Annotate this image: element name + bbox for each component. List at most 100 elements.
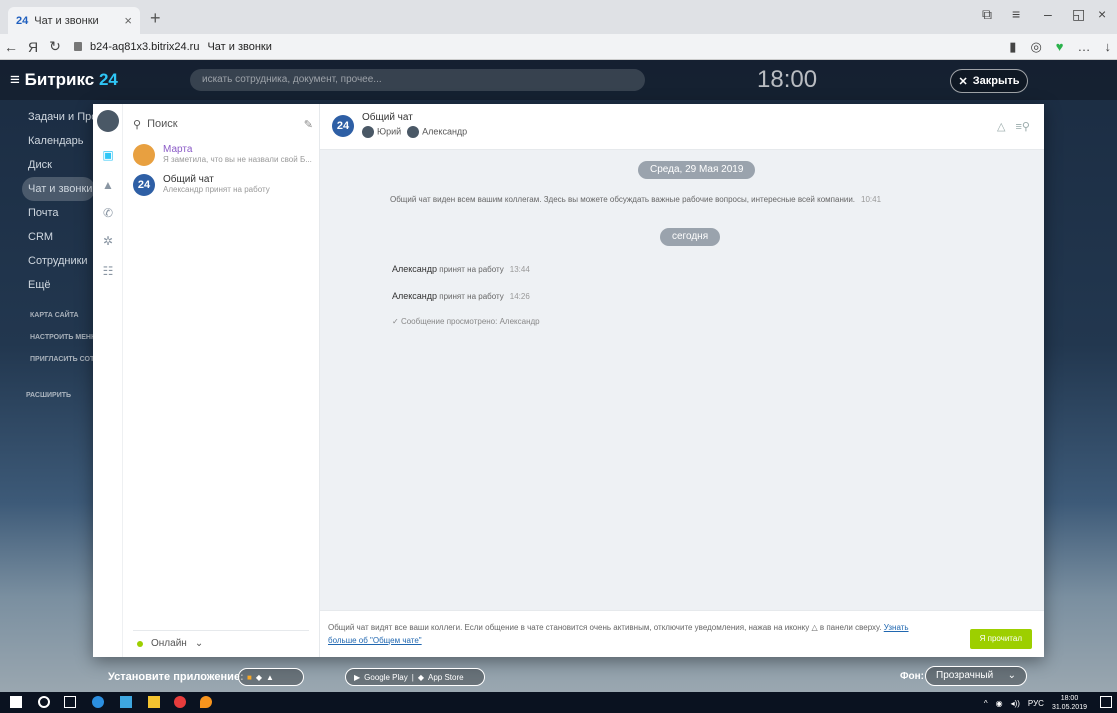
nav-sitemap[interactable]: КАРТА САЙТА bbox=[0, 305, 95, 327]
google-play-icon: ▶ bbox=[354, 672, 361, 682]
portal-left-menu: Задачи и Проекты Календарь Диск Чат и зв… bbox=[0, 105, 95, 407]
shield-icon[interactable]: ♥ bbox=[1056, 39, 1064, 55]
chat-title[interactable]: Общий чат bbox=[362, 112, 413, 123]
nav-calendar[interactable]: Календарь bbox=[0, 129, 95, 153]
recent-item-name: Общий чат bbox=[163, 174, 214, 185]
tab-title: Чат и звонки bbox=[34, 14, 99, 27]
windows-icon: ■ bbox=[247, 672, 252, 682]
minimize-icon[interactable]: – bbox=[1044, 6, 1052, 22]
more-icon[interactable]: … bbox=[1078, 39, 1091, 55]
member-avatar bbox=[407, 126, 420, 138]
network-icon[interactable]: ◉ bbox=[996, 699, 1003, 708]
recent-item-general-chat[interactable]: 24 Общий чат Александр принят на работу bbox=[133, 174, 319, 200]
close-tab-icon[interactable]: × bbox=[124, 13, 132, 28]
back-icon[interactable]: ← bbox=[0, 39, 22, 55]
read-button[interactable]: Я прочитал bbox=[969, 629, 1032, 649]
nav-crm[interactable]: CRM bbox=[0, 225, 95, 249]
event-user[interactable]: Александр bbox=[392, 291, 437, 301]
recent-item-name: Марта bbox=[163, 144, 193, 155]
new-tab-icon[interactable]: + bbox=[150, 8, 161, 29]
close-messenger-button[interactable]: ✕ Закрыть bbox=[950, 69, 1028, 93]
desktop-apps-button[interactable]: ■ ◆ ▲ bbox=[238, 668, 304, 686]
read-receipt-text: Сообщение просмотрено: Александр bbox=[400, 317, 540, 326]
nav-disk[interactable]: Диск bbox=[0, 153, 95, 177]
notification-bell-icon[interactable]: ▲ bbox=[101, 178, 115, 192]
app-install-bar: Установите приложение: ■ ◆ ▲ ▶ Google Pl… bbox=[0, 665, 1117, 691]
lines-icon[interactable]: ☷ bbox=[101, 264, 115, 278]
member-name: Юрий bbox=[377, 126, 402, 137]
new-chat-icon[interactable]: ✎ bbox=[304, 118, 313, 131]
portal-search-input[interactable]: искать сотрудника, документ, прочее... bbox=[190, 69, 645, 91]
menu-icon[interactable]: ≡ bbox=[1012, 6, 1020, 22]
chat-members: Юрий Александр bbox=[362, 126, 467, 138]
recent-search[interactable]: ⚲ Поиск ✎ bbox=[133, 114, 313, 134]
reload-icon[interactable]: ↻ bbox=[44, 38, 66, 55]
explorer-icon[interactable] bbox=[148, 696, 160, 708]
check-icon: ✓ bbox=[392, 317, 401, 326]
member-yuriy[interactable]: Юрий bbox=[362, 126, 401, 138]
url-domain: b24-aq81x3.bitrix24.ru bbox=[90, 40, 200, 53]
system-message-text: Общий чат виден всем вашим коллегам. Зде… bbox=[390, 195, 856, 204]
google-play-label: Google Play bbox=[364, 672, 408, 682]
extension-icon[interactable]: ◎ bbox=[1030, 39, 1041, 55]
chat-avatar[interactable]: 24 bbox=[332, 115, 354, 137]
date-separator-today: сегодня bbox=[660, 228, 721, 246]
nav-mail[interactable]: Почта bbox=[0, 201, 95, 225]
task-view-icon[interactable] bbox=[64, 696, 76, 708]
member-avatar bbox=[362, 126, 374, 138]
settings-gear-icon[interactable]: ✲ bbox=[101, 234, 115, 248]
messenger-icon-column: ▣ ▲ ✆ ✲ ☷ bbox=[93, 104, 123, 657]
portal-clock[interactable]: 18:00 bbox=[757, 66, 817, 94]
taskbar-clock[interactable]: 18:00 31.05.2019 bbox=[1052, 694, 1087, 712]
search-icon[interactable] bbox=[38, 696, 50, 708]
restore-icon[interactable]: ◱ bbox=[1072, 6, 1085, 23]
mobile-apps-button[interactable]: ▶ Google Play | ◆ App Store bbox=[345, 668, 485, 686]
nav-chat[interactable]: Чат и звонки bbox=[22, 177, 95, 201]
close-window-icon[interactable]: × bbox=[1098, 6, 1106, 22]
status-selector[interactable]: Онлайн ⌄ bbox=[137, 638, 203, 649]
yandex-browser-icon[interactable] bbox=[174, 696, 186, 708]
download-icon[interactable]: ↓ bbox=[1105, 39, 1112, 55]
bell-icon[interactable]: △ bbox=[997, 120, 1005, 133]
linux-icon: ▲ bbox=[266, 672, 274, 682]
store-icon[interactable] bbox=[120, 696, 132, 708]
phone-icon[interactable]: ✆ bbox=[101, 206, 115, 220]
user-avatar[interactable] bbox=[97, 110, 119, 132]
volume-icon[interactable]: ◂)) bbox=[1011, 699, 1020, 708]
system-tray: ^ ◉ ◂)) РУС 18:00 31.05.2019 bbox=[984, 694, 1087, 712]
url-field[interactable]: b24-aq81x3.bitrix24.ru Чат и звонки bbox=[74, 41, 272, 53]
tray-arrow-icon[interactable]: ^ bbox=[984, 699, 988, 708]
chat-bubble-icon[interactable]: ▣ bbox=[101, 148, 115, 162]
background-select[interactable]: Прозрачный ⌄ bbox=[925, 666, 1027, 686]
browser-tab[interactable]: 24 Чат и звонки × bbox=[8, 7, 140, 34]
bookmark-icon[interactable]: ▮ bbox=[1009, 39, 1016, 55]
start-icon[interactable] bbox=[10, 696, 22, 708]
menu-burger-icon[interactable]: ≡ bbox=[10, 70, 25, 89]
yandex-icon[interactable]: Я bbox=[22, 39, 44, 55]
nav-configure-menu[interactable]: НАСТРОИТЬ МЕНЮ bbox=[0, 327, 95, 349]
brand-number: 24 bbox=[98, 70, 118, 89]
recent-item-marta[interactable]: Марта Я заметила, что вы не назвали свой… bbox=[133, 144, 319, 170]
bitrix-tab-icon: 24 bbox=[16, 14, 29, 27]
nav-invite[interactable]: ПРИГЛАСИТЬ СОТРУДНИКОВ bbox=[0, 349, 95, 371]
event-user[interactable]: Александр bbox=[392, 264, 437, 274]
language-indicator[interactable]: РУС bbox=[1028, 699, 1044, 708]
nav-more[interactable]: Ещё bbox=[0, 273, 95, 297]
nav-employees[interactable]: Сотрудники bbox=[0, 249, 95, 273]
notice-body: Общий чат видят все ваши коллеги. Если о… bbox=[328, 623, 810, 632]
nav-tasks[interactable]: Задачи и Проекты bbox=[0, 105, 95, 129]
recent-item-message: Я заметила, что вы не назвали свой Б... bbox=[163, 155, 312, 164]
general-chat-notice: Общий чат видят все ваши коллеги. Если о… bbox=[320, 610, 1044, 657]
search-messages-icon[interactable]: ≡⚲ bbox=[1016, 120, 1030, 133]
member-alexander[interactable]: Александр bbox=[407, 126, 467, 138]
search-icon: ⚲ bbox=[133, 118, 142, 131]
message-time: 14:26 bbox=[509, 292, 530, 301]
nav-extend[interactable]: РАСШИРИТЬ bbox=[0, 385, 95, 407]
maps-icon[interactable] bbox=[200, 696, 212, 708]
portal-logo[interactable]: ≡ Битрикс 24 bbox=[10, 70, 118, 90]
bookmarks-icon[interactable]: ⧉ bbox=[982, 6, 992, 23]
notifications-icon[interactable] bbox=[1100, 696, 1112, 708]
edge-icon[interactable] bbox=[92, 696, 104, 708]
windows-taskbar: ^ ◉ ◂)) РУС 18:00 31.05.2019 bbox=[0, 692, 1117, 713]
member-name: Александр bbox=[422, 126, 468, 137]
